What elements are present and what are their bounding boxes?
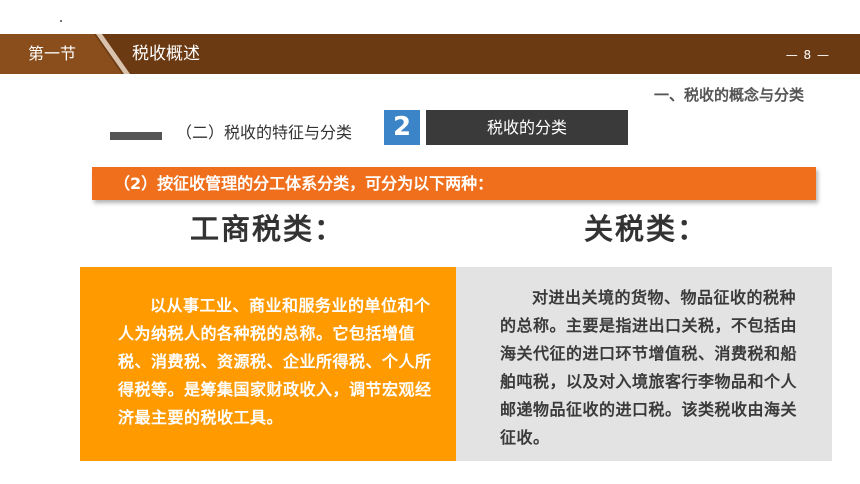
header-bar	[0, 34, 860, 74]
subheading: （二）税收的特征与分类	[176, 123, 353, 142]
section-heading: 一、税收的概念与分类	[653, 86, 804, 104]
category-title: 税收的分类	[426, 110, 628, 145]
customs-tax-description: 对进出关境的货物、物品征收的税种的总称。主要是指进出口关税，不包括由海关代征的进…	[500, 288, 798, 447]
subheading-number-badge: 2	[384, 110, 420, 145]
customs-tax-heading: 关税类：	[584, 212, 709, 246]
section-label: 第一节	[28, 44, 77, 63]
subheading-accent-bar	[110, 132, 162, 140]
industrial-commercial-tax-heading: 工商税类：	[190, 212, 346, 246]
chapter-title: 税收概述	[132, 44, 200, 64]
industrial-commercial-tax-description: 以从事工业、商业和服务业的单位和个人为纳税人的各种税的总称。它包括增值税、消费税…	[118, 296, 432, 427]
page-number: — 8 —	[785, 48, 830, 62]
decorative-dot	[60, 20, 62, 22]
banner-text: （2）按征收管理的分工体系分类，可分为以下两种：	[114, 174, 494, 193]
